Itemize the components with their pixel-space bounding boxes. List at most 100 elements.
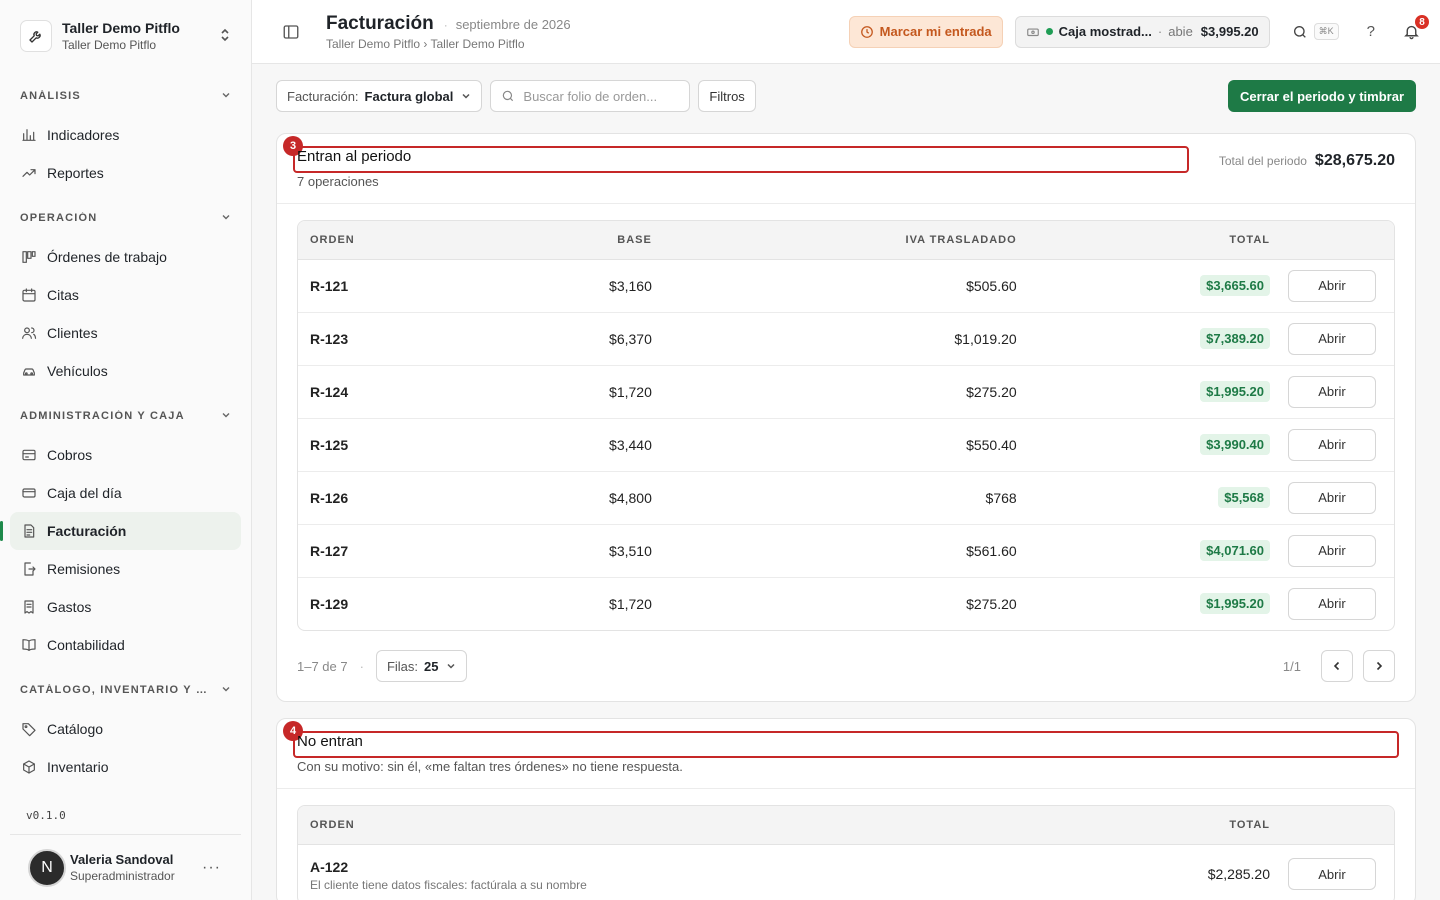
sidebar-item-label: Órdenes de trabajo <box>47 249 167 265</box>
section-subtitle: Con su motivo: sin él, «me faltan tres ó… <box>297 759 683 774</box>
section-header-catalogo-inventario-y-co[interactable]: CATÁLOGO, INVENTARIO Y CO... <box>10 670 241 710</box>
order-search[interactable] <box>490 80 691 112</box>
open-button[interactable]: Abrir <box>1288 534 1376 567</box>
search-icon[interactable] <box>1292 24 1308 40</box>
actions-cell: Abrir <box>1282 365 1394 419</box>
iva-amount: $505.60 <box>663 259 1029 313</box>
tag-icon <box>20 720 38 738</box>
workspace-switcher[interactable]: Taller Demo Pitflo Taller Demo Pitflo <box>0 0 251 72</box>
chevron-down-icon <box>221 410 231 423</box>
calendar-icon <box>20 286 38 304</box>
table-row: R-127 $3,510 $561.60 $4,071.60 Abrir <box>298 524 1394 578</box>
sidebar-item-remisiones[interactable]: Remisiones <box>10 550 241 588</box>
sidebar-item-label: Reportes <box>47 165 104 181</box>
sidebar-item-label: Caja del día <box>47 485 122 501</box>
section-subtitle: 7 operaciones <box>297 174 379 189</box>
order-cell: A-122 El cliente tiene datos fiscales: fa… <box>298 844 1063 900</box>
open-button[interactable]: Abrir <box>1288 322 1376 355</box>
sidebar-item-contabilidad[interactable]: Contabilidad <box>10 626 241 664</box>
app-version: v0.1.0 <box>26 809 66 822</box>
chevron-down-icon <box>221 212 231 225</box>
sidebar-item-catalogo[interactable]: Catálogo <box>10 710 241 748</box>
section-header-analisis[interactable]: ANÁLISIS <box>10 76 241 116</box>
total-amount: $7,389.20 <box>1200 328 1270 349</box>
sidebar-item-clientes[interactable]: Clientes <box>10 314 241 352</box>
prev-page-button[interactable] <box>1321 650 1353 682</box>
sidebar-item-compras[interactable]: Compras <box>10 786 241 799</box>
section-header-administracion-y-caja[interactable]: ADMINISTRACIÓN Y CAJA <box>10 396 241 436</box>
highlight-box <box>293 146 1189 173</box>
table-row: A-122 El cliente tiene datos fiscales: fa… <box>298 844 1394 900</box>
wrench-icon <box>20 20 52 52</box>
close-period-button[interactable]: Cerrar el periodo y timbrar <box>1228 80 1416 112</box>
exclusion-reason: El cliente tiene datos fiscales: factúra… <box>310 877 587 892</box>
order-id: R-127 <box>298 524 484 578</box>
sidebar-item-inventario[interactable]: Inventario <box>10 748 241 786</box>
cash-register-selector[interactable]: Caja mostrad... · abie $3,995.20 <box>1014 15 1270 48</box>
sidebar-item-reportes[interactable]: Reportes <box>10 154 241 192</box>
iva-amount: $550.40 <box>663 418 1029 472</box>
user-menu[interactable]: N Valeria Sandoval Superadministrador ··… <box>10 834 241 900</box>
total-cell: $3,990.40 <box>1028 418 1282 472</box>
sidebar-item-label: Catálogo <box>47 721 104 737</box>
billing-type-select[interactable]: Facturación: Factura global <box>276 80 483 112</box>
open-button[interactable]: Abrir <box>1288 428 1376 461</box>
order-id: R-126 <box>298 471 484 525</box>
open-button[interactable]: Abrir <box>1288 269 1376 302</box>
kanban-icon <box>20 248 38 266</box>
help-icon[interactable]: ? <box>1367 23 1375 40</box>
actions-cell: Abrir <box>1282 577 1394 630</box>
col-total: TOTAL <box>1028 221 1282 260</box>
total-amount: $3,990.40 <box>1200 434 1270 455</box>
cash-register-name: Caja mostrad... <box>1058 24 1152 39</box>
sidebar-item-cobros[interactable]: Cobros <box>10 436 241 474</box>
open-button[interactable]: Abrir <box>1288 375 1376 408</box>
more-icon[interactable]: ··· <box>202 859 221 877</box>
table-row: R-126 $4,800 $768 $5,568 Abrir <box>298 471 1394 525</box>
table-row: R-124 $1,720 $275.20 $1,995.20 Abrir <box>298 365 1394 419</box>
order-id: R-123 <box>298 312 484 366</box>
chevron-down-icon <box>462 93 470 99</box>
sidebar-item-indicadores[interactable]: Indicadores <box>10 116 241 154</box>
iva-amount: $768 <box>663 471 1029 525</box>
total-amount: $3,665.60 <box>1200 275 1270 296</box>
notifications-button[interactable]: 8 <box>1403 14 1430 40</box>
cash-icon <box>20 484 38 502</box>
sidebar-toggle-icon[interactable] <box>282 22 302 42</box>
table-row: R-121 $3,160 $505.60 $3,665.60 Abrir <box>298 259 1394 313</box>
total-amount: $5,568 <box>1218 487 1270 508</box>
included-table: ORDEN BASE IVA TRASLADADO TOTAL R-121 $3,… <box>298 221 1394 630</box>
excluded-table: ORDEN TOTAL A-122 El cliente tiene datos … <box>298 806 1394 900</box>
sidebar-item-label: Citas <box>47 287 79 303</box>
sidebar-item-vehiculos[interactable]: Vehículos <box>10 352 241 390</box>
open-button[interactable]: Abrir <box>1288 858 1376 891</box>
total-cell: $1,995.20 <box>1028 365 1282 419</box>
next-page-button[interactable] <box>1363 650 1395 682</box>
sidebar-item-ordenes-de-trabajo[interactable]: Órdenes de trabajo <box>10 238 241 276</box>
search-input[interactable] <box>523 88 684 104</box>
filters-button[interactable]: Filtros <box>698 80 756 112</box>
sidebar-item-label: Contabilidad <box>47 637 125 653</box>
toolbar: Facturación: Factura global Filtros Cerr… <box>252 72 1440 120</box>
sidebar-item-citas[interactable]: Citas <box>10 276 241 314</box>
iva-amount: $561.60 <box>663 524 1029 578</box>
cash-register-amount: $3,995.20 <box>1200 24 1259 39</box>
open-button[interactable]: Abrir <box>1288 587 1376 620</box>
iva-amount: $275.20 <box>663 365 1029 419</box>
check-in-button[interactable]: Marcar mi entrada <box>848 15 1003 48</box>
rows-per-page-select[interactable]: Filas: 25 <box>375 650 468 682</box>
sidebar-item-gastos[interactable]: Gastos <box>10 588 241 626</box>
sidebar-item-label: Cobros <box>47 447 93 463</box>
clock-icon <box>860 25 874 39</box>
base-amount: $1,720 <box>609 595 652 612</box>
col-orden: ORDEN <box>298 221 484 260</box>
base-amount: $6,370 <box>483 312 664 366</box>
section-header-operacion[interactable]: OPERACIÓN <box>10 198 241 238</box>
check-in-label: Marcar mi entrada <box>879 24 992 39</box>
page-indicator: 1/1 <box>1282 658 1301 674</box>
chevron-updown-icon <box>219 28 231 45</box>
sidebar-item-facturacion[interactable]: Facturación <box>0 512 241 550</box>
open-button[interactable]: Abrir <box>1288 481 1376 514</box>
billing-type-label: Facturación: <box>287 88 359 104</box>
sidebar-item-caja-del-dia[interactable]: Caja del día <box>10 474 241 512</box>
